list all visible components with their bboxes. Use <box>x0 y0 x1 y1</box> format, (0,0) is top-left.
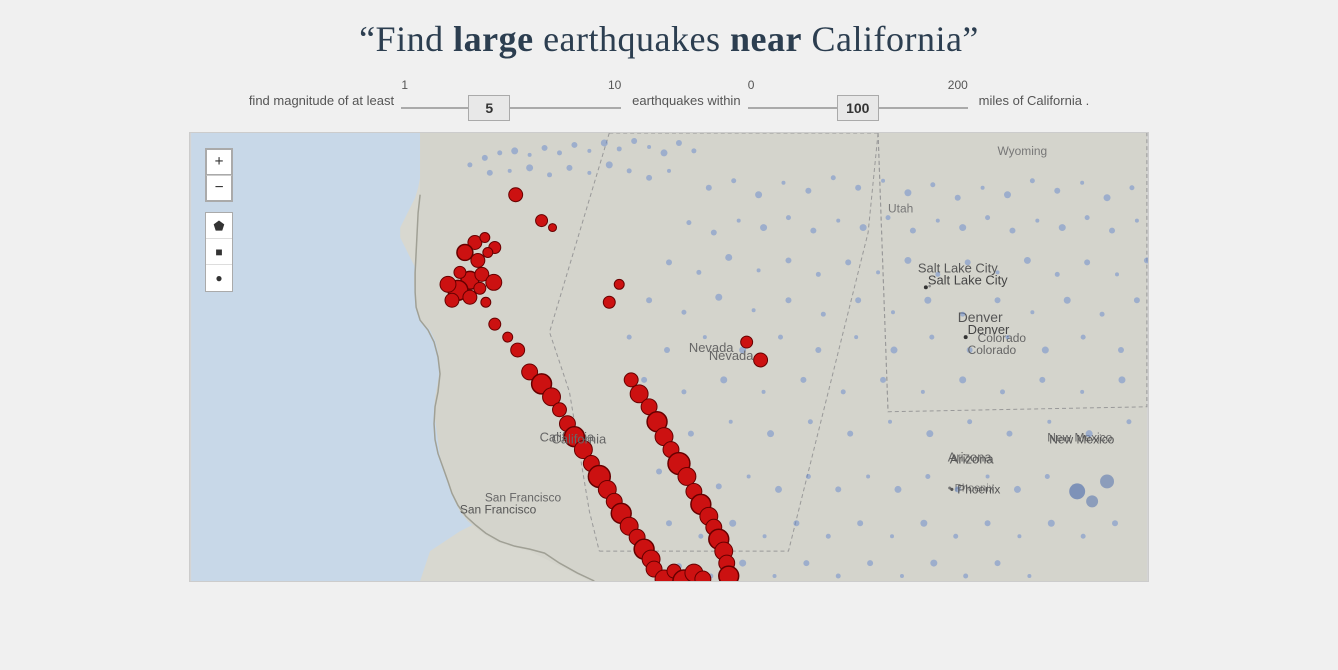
pentagon-shape-button[interactable]: ⬟ <box>206 213 232 239</box>
magnitude-slider-track[interactable]: 5 <box>401 94 621 122</box>
title-section: “Find large earthquakes near California” <box>0 0 1338 70</box>
magnitude-slider-line <box>401 107 621 109</box>
distance-slider-container: 0 200 100 <box>748 78 968 122</box>
svg-text:Arizona: Arizona <box>950 452 995 467</box>
svg-text:Nevada: Nevada <box>709 348 754 363</box>
zoom-controls: + − <box>205 148 233 202</box>
map-controls: + − ⬟ ■ ● <box>205 148 233 292</box>
svg-text:• Phoenix: • Phoenix <box>950 482 1001 496</box>
circle-shape-button[interactable]: ● <box>206 265 232 291</box>
miles-label: miles of California . <box>979 93 1090 108</box>
controls-section: find magnitude of at least 1 10 5 earthq… <box>0 70 1338 132</box>
zoom-out-button[interactable]: − <box>206 175 232 201</box>
draw-controls: ⬟ ■ ● <box>205 212 233 292</box>
square-shape-button[interactable]: ■ <box>206 239 232 265</box>
magnitude-slider-container: 1 10 5 <box>401 78 621 122</box>
zoom-in-button[interactable]: + <box>206 149 232 175</box>
distance-slider-track[interactable]: 100 <box>748 94 968 122</box>
map-container: Denver Colorado Salt Lake City • Nevada … <box>189 132 1149 582</box>
svg-text:San Francisco: San Francisco <box>460 502 537 516</box>
svg-text:Denver: Denver <box>968 322 1010 337</box>
within-label: earthquakes within <box>632 93 740 108</box>
distance-slider-thumb[interactable]: 100 <box>837 95 879 121</box>
svg-text:Salt Lake City: Salt Lake City <box>928 272 1008 287</box>
svg-text:Wyoming: Wyoming <box>998 144 1048 158</box>
magnitude-label: find magnitude of at least <box>249 93 394 108</box>
main-title: “Find large earthquakes near California” <box>0 18 1338 60</box>
svg-text:New Mexico: New Mexico <box>1049 433 1114 447</box>
svg-text:Colorado: Colorado <box>968 343 1017 357</box>
magnitude-slider-labels: 1 10 <box>401 78 621 92</box>
magnitude-slider-thumb[interactable]: 5 <box>468 95 510 121</box>
svg-text:Utah: Utah <box>888 202 913 216</box>
svg-text:California: California <box>552 432 607 447</box>
distance-slider-labels: 0 200 <box>748 78 968 92</box>
map-svg: Denver Colorado Salt Lake City • Nevada … <box>190 133 1148 581</box>
